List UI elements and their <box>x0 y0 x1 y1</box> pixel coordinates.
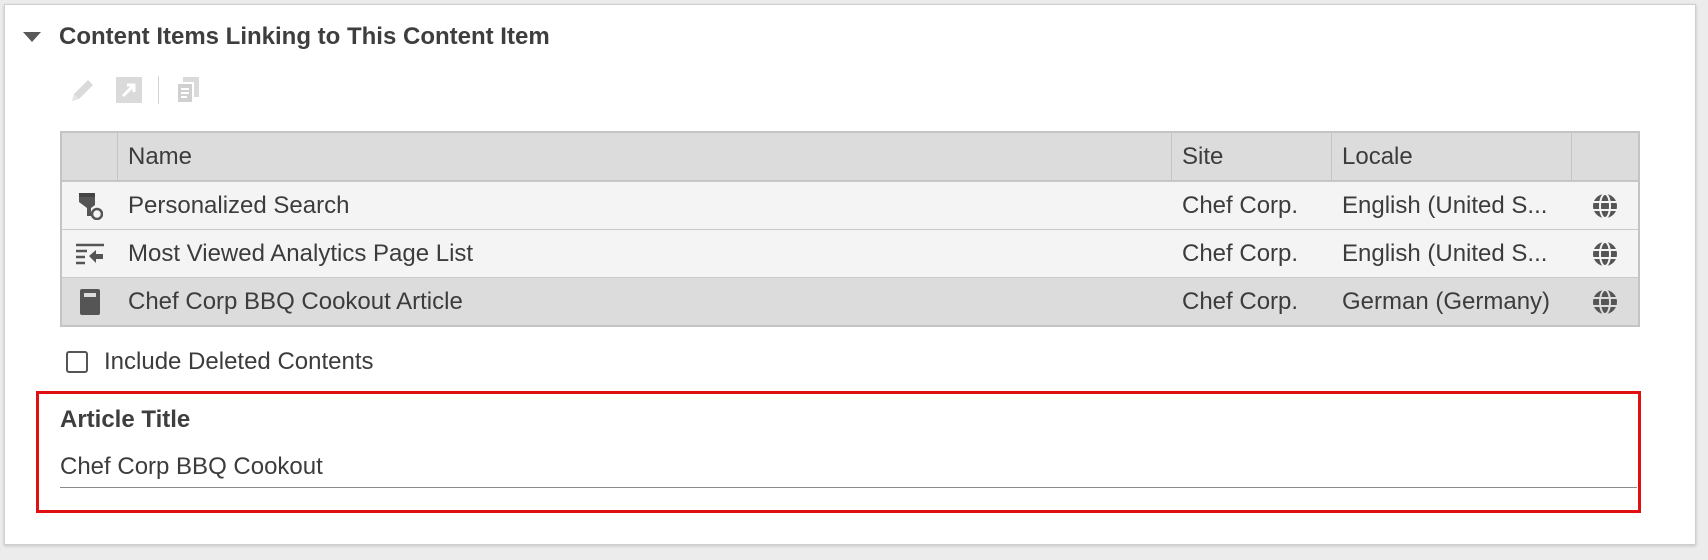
row-site: Chef Corp. <box>1182 191 1299 219</box>
copy-icon <box>176 77 199 104</box>
row-site: Chef Corp. <box>1182 287 1299 315</box>
edit-button[interactable] <box>66 73 100 107</box>
table-row[interactable]: Chef Corp BBQ Cookout Article Chef Corp.… <box>62 277 1638 325</box>
row-locale: German (Germany) <box>1342 287 1551 315</box>
pencil-icon <box>72 80 93 101</box>
row-name: Most Viewed Analytics Page List <box>128 239 474 267</box>
row-site: Chef Corp. <box>1182 239 1299 267</box>
include-deleted-row: Include Deleted Contents <box>66 348 374 376</box>
panel-header[interactable]: Content Items Linking to This Content It… <box>23 21 550 53</box>
personalized-search-icon <box>79 192 103 220</box>
table-row[interactable]: Most Viewed Analytics Page List Chef Cor… <box>62 229 1638 277</box>
table-row[interactable]: Personalized Search Chef Corp. English (… <box>62 181 1638 229</box>
linking-items-table: Name Site Locale Personalized Search Che… <box>60 131 1640 327</box>
copy-button[interactable] <box>171 73 205 107</box>
article-icon <box>80 288 100 315</box>
toolbar <box>66 72 217 108</box>
include-deleted-label[interactable]: Include Deleted Contents <box>104 348 374 376</box>
row-name: Chef Corp BBQ Cookout Article <box>128 287 463 315</box>
globe-icon[interactable] <box>1591 192 1619 220</box>
article-title-label: Article Title <box>60 406 191 433</box>
row-name: Personalized Search <box>128 191 350 219</box>
include-deleted-checkbox[interactable] <box>66 351 88 373</box>
article-title-input[interactable] <box>60 446 1637 488</box>
panel-title: Content Items Linking to This Content It… <box>59 23 550 50</box>
site-column-header[interactable]: Site <box>1172 133 1332 180</box>
locale-column-header[interactable]: Locale <box>1332 133 1572 180</box>
open-in-tab-icon <box>116 77 142 103</box>
globe-icon[interactable] <box>1591 240 1619 268</box>
row-locale: English (United S... <box>1342 191 1548 219</box>
collapse-triangle-icon[interactable] <box>23 32 41 42</box>
open-in-tab-button[interactable] <box>112 73 146 107</box>
table-header-row: Name Site Locale <box>62 133 1638 181</box>
name-column-header[interactable]: Name <box>118 133 1172 180</box>
row-locale: English (United S... <box>1342 239 1548 267</box>
toolbar-separator <box>158 76 159 104</box>
type-column-header[interactable] <box>62 133 118 180</box>
action-column-header <box>1572 133 1638 180</box>
page-list-icon <box>76 243 104 264</box>
globe-icon[interactable] <box>1591 288 1619 316</box>
